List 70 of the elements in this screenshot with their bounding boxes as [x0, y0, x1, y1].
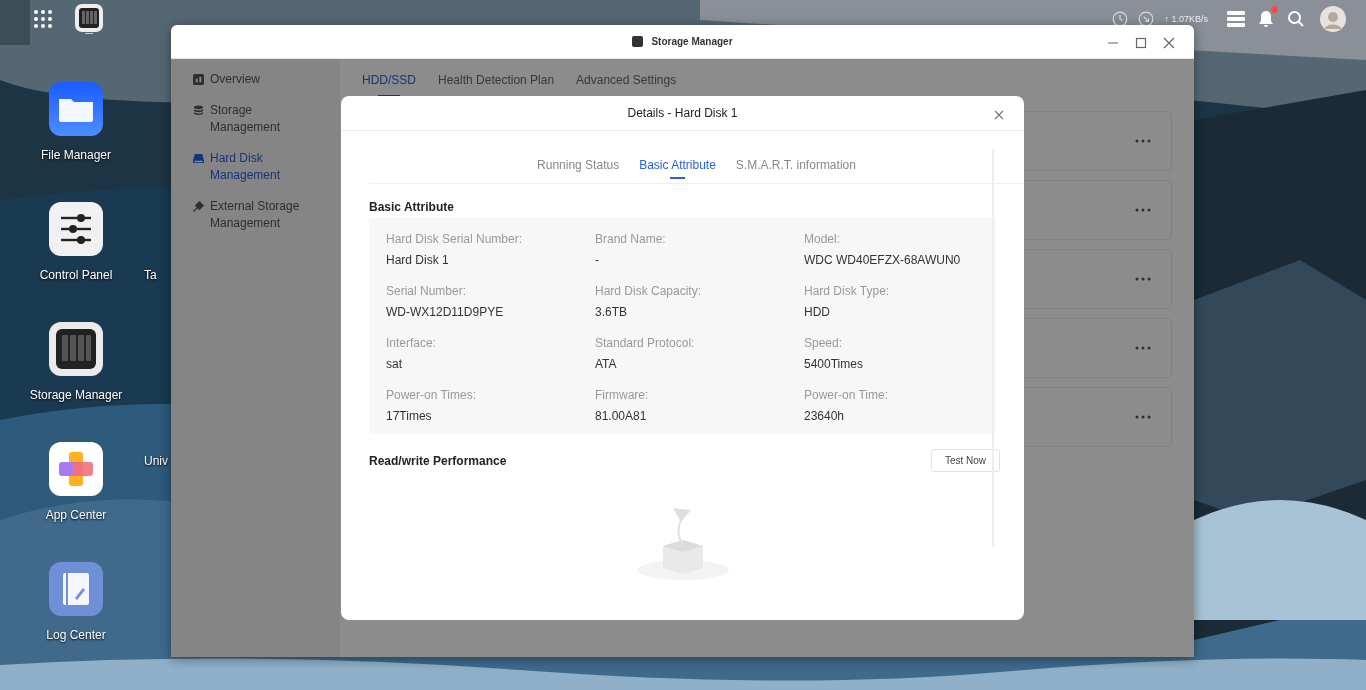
notebook-icon[interactable]: [49, 562, 103, 616]
bell-icon[interactable]: [1256, 9, 1276, 29]
sidebar-item[interactable]: Storage Management: [193, 102, 313, 136]
tab[interactable]: S.M.A.R.T. information: [735, 158, 856, 183]
attribute-value: 3.6TB: [595, 305, 628, 319]
attribute-value: 5400Times: [804, 357, 864, 371]
more-icon[interactable]: [1135, 415, 1151, 419]
drive-bays-icon[interactable]: [49, 322, 103, 376]
app-label[interactable]: App Center: [45, 508, 107, 522]
attribute-label: Hard Disk Serial Number:: [386, 232, 524, 246]
tab[interactable]: Running Status: [537, 158, 620, 183]
app-label[interactable]: Log Center: [46, 628, 106, 642]
section-title: Read/write Performance: [369, 453, 507, 468]
app-label[interactable]: Univ: [144, 454, 168, 468]
attribute-label: Hard Disk Capacity:: [595, 284, 703, 298]
attribute-value: 17Times: [386, 409, 433, 423]
app-label[interactable]: Control Panel: [39, 268, 113, 282]
database-icon: [193, 105, 204, 116]
sliders-icon[interactable]: [49, 202, 103, 256]
attribute-label: Hard Disk Type:: [804, 284, 891, 298]
attribute-value: WDC WD40EFZX-68AWUN0: [804, 253, 962, 267]
tab[interactable]: HDD/SSD: [362, 71, 416, 97]
tab[interactable]: Health Detection Plan: [438, 71, 555, 97]
attribute-value: 23640h: [804, 409, 846, 423]
maximize-icon[interactable]: [1135, 37, 1147, 49]
test-now-button[interactable]: Test Now: [930, 449, 1000, 472]
drive-bays-icon[interactable]: [75, 4, 103, 34]
more-icon[interactable]: [1135, 139, 1151, 143]
folder-icon[interactable]: [49, 82, 103, 136]
tab[interactable]: Advanced Settings: [576, 71, 677, 97]
attribute-value: ATA: [595, 357, 618, 371]
avatar-icon[interactable]: [1320, 6, 1346, 32]
network-speed: ↑ 1.07KB/s: [1164, 14, 1208, 24]
attribute-label: Serial Number:: [386, 284, 468, 298]
attribute-label: Firmware:: [595, 388, 650, 402]
attribute-value: sat: [386, 357, 403, 371]
attribute-value: Hard Disk 1: [386, 253, 450, 267]
attribute-value: -: [595, 253, 600, 267]
attribute-label: Model:: [804, 232, 842, 246]
attribute-value: 81.00A81: [595, 409, 648, 423]
apps-grid-icon[interactable]: [33, 9, 53, 29]
close-icon[interactable]: [1163, 37, 1175, 49]
dialog-title: Details - Hard Disk 1: [627, 106, 738, 120]
attribute-label: Power-on Times:: [386, 388, 478, 402]
section-title: Basic Attribute: [369, 200, 455, 214]
clock-icon[interactable]: [1112, 11, 1129, 27]
window-title: Storage Manager: [651, 36, 733, 47]
sidebar-item[interactable]: Overview: [193, 71, 313, 88]
sidebar-item[interactable]: External Storage Management: [193, 198, 313, 232]
more-icon[interactable]: [1135, 208, 1151, 212]
attribute-value: HDD: [804, 305, 831, 319]
more-icon[interactable]: [1135, 277, 1151, 281]
app-label[interactable]: Storage Manager: [29, 388, 123, 402]
attribute-label: Interface:: [386, 336, 438, 350]
server-icon[interactable]: [1226, 9, 1246, 29]
attribute-value: WD-WX12D11D9PYE: [386, 305, 505, 319]
chart-square-icon: [193, 74, 204, 85]
attribute-label: Standard Protocol:: [595, 336, 696, 350]
search-icon[interactable]: [1286, 9, 1306, 29]
app-icon: [632, 36, 644, 47]
attribute-label: Power-on Time:: [804, 388, 890, 402]
tab[interactable]: Basic Attribute: [639, 158, 716, 183]
attribute-label: Speed:: [804, 336, 844, 350]
blocks-icon[interactable]: [49, 442, 103, 496]
more-icon[interactable]: [1135, 346, 1151, 350]
attribute-label: Brand Name:: [595, 232, 667, 246]
app-label[interactable]: Ta: [144, 268, 157, 282]
sidebar-item[interactable]: Hard Disk Management: [193, 150, 313, 184]
plug-icon: [193, 201, 204, 212]
app-label[interactable]: File Manager: [41, 148, 111, 162]
